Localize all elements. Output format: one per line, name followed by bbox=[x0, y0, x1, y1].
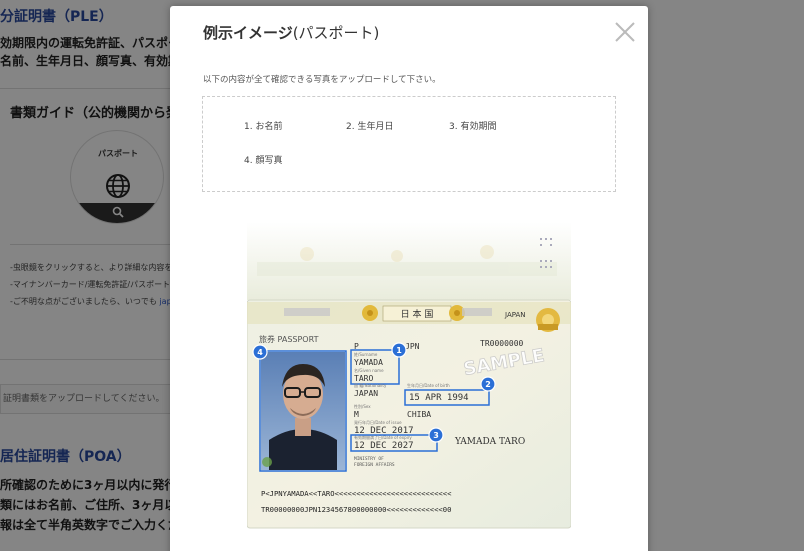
passport-country-jp: 日 本 国 bbox=[401, 308, 434, 320]
marker-2-label: 2 bbox=[485, 380, 491, 389]
required-item-validity: 3. 有効期間 bbox=[449, 122, 497, 132]
passport-number: TR0000000 bbox=[480, 339, 524, 348]
passport-example-image: 日 本 国 JAPAN 旅券 PASSPORT P JPN TR0000000 … bbox=[247, 222, 571, 529]
dob-label: 生年月日/Date of birth bbox=[407, 382, 450, 388]
required-item-photo: 4. 顔写真 bbox=[244, 156, 283, 166]
issue-date-label: 発行年月日/Date of issue bbox=[354, 419, 402, 425]
modal-title-sub: (パスポート) bbox=[292, 24, 380, 42]
passport-issuing-code: JPN bbox=[405, 342, 420, 351]
passport-header-ornament-left bbox=[284, 308, 330, 316]
nationality-label: 国 籍/Nationality bbox=[354, 382, 387, 388]
marker-1-label: 1 bbox=[396, 346, 402, 355]
marker-3-label: 3 bbox=[433, 431, 439, 440]
given-name-value: TARO bbox=[354, 374, 373, 383]
mrz-line-2: TR00000000JPN1234567800000000<<<<<<<<<<<… bbox=[261, 505, 451, 514]
authority-line-2: FOREIGN AFFAIRS bbox=[354, 462, 395, 468]
chrysanthemum-emblem bbox=[536, 308, 560, 332]
passport-doc-type: 旅券 PASSPORT bbox=[259, 334, 319, 344]
surname-value: YAMADA bbox=[354, 358, 383, 367]
mrz-line-1: P<JPNYAMADA<<TARO<<<<<<<<<<<<<<<<<<<<<<<… bbox=[261, 489, 452, 498]
required-item-birthdate: 2. 生年月日 bbox=[346, 122, 394, 132]
passport-country-en: JAPAN bbox=[504, 311, 526, 319]
portrait-photo bbox=[261, 352, 345, 470]
marker-1: 1 bbox=[391, 342, 407, 358]
marker-4: 4 bbox=[252, 344, 268, 360]
modal-title-main: 例示イメージ bbox=[203, 24, 293, 42]
required-items-box: 1. お名前 2. 生年月日 3. 有効期間 4. 顔写真 bbox=[202, 96, 616, 192]
given-name-label: 名/Given name bbox=[354, 367, 384, 373]
marker-2: 2 bbox=[480, 376, 496, 392]
expiry-date-value: 12 DEC 2027 bbox=[354, 441, 414, 451]
sex-value: M bbox=[354, 410, 359, 419]
dob-value: 15 APR 1994 bbox=[409, 393, 469, 403]
nationality-value: JAPAN bbox=[354, 389, 378, 398]
authority-line-1: MINISTRY OF bbox=[354, 456, 384, 462]
example-image-modal: 例示イメージ(パスポート) 以下の内容が全て確認できる写真をアップロードして下さ… bbox=[170, 6, 648, 551]
required-item-name: 1. お名前 bbox=[244, 122, 283, 132]
upload-instruction: 以下の内容が全て確認できる写真をアップロードして下さい。 bbox=[203, 75, 441, 85]
modal-title: 例示イメージ(パスポート) bbox=[203, 22, 379, 43]
close-icon[interactable] bbox=[613, 20, 637, 44]
holder-signature: YAMADA TARO bbox=[454, 437, 525, 447]
marker-3: 3 bbox=[428, 427, 444, 443]
marker-4-label: 4 bbox=[257, 348, 263, 357]
registered-domicile: CHIBA bbox=[407, 410, 431, 419]
sex-label: 性別/Sex bbox=[354, 403, 371, 409]
surname-label: 姓/Surname bbox=[354, 351, 378, 357]
